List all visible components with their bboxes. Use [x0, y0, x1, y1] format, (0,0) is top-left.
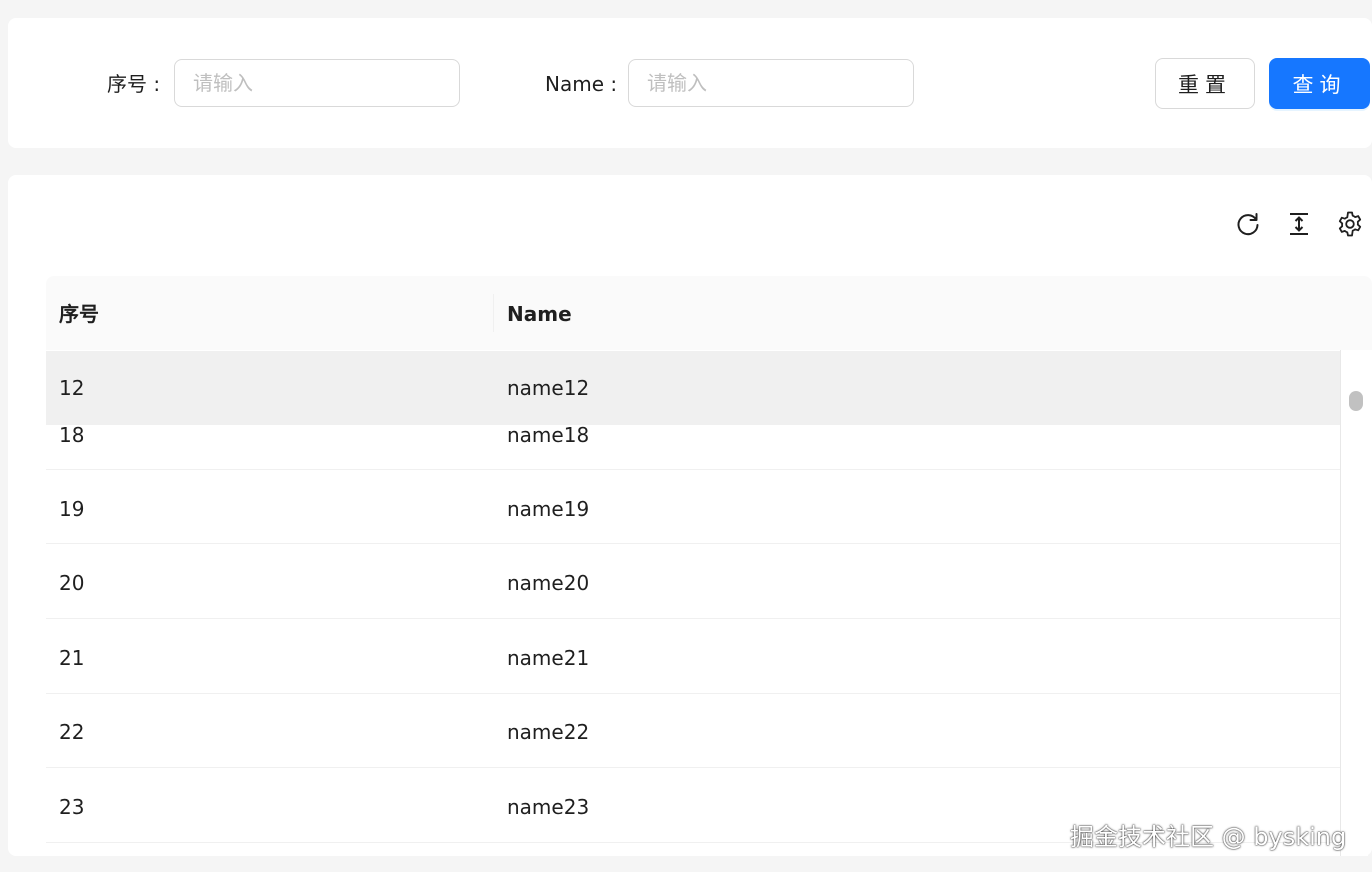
watermark: 掘金技术社区 @ bysking: [1070, 823, 1347, 851]
column-header-name[interactable]: Name: [507, 302, 572, 326]
cell-name: name20: [507, 571, 590, 595]
cell-id: 12: [59, 376, 85, 400]
table-body: 18 name18 19 name19 20 name20 21 name21 …: [46, 350, 1340, 856]
cell-id: 22: [59, 720, 85, 744]
cell-name: name12: [507, 376, 590, 400]
table-row[interactable]: 21 name21: [46, 620, 1340, 694]
table-header: 序号 Name: [46, 276, 1372, 350]
cell-id: 23: [59, 795, 85, 819]
sticky-table-row[interactable]: 12 name12: [46, 351, 1340, 425]
id-search-input[interactable]: [174, 59, 460, 107]
cell-name: name22: [507, 720, 590, 744]
cell-name: name23: [507, 795, 590, 819]
cell-id: 21: [59, 646, 85, 670]
name-field-label: Name :: [545, 72, 618, 96]
column-height-icon[interactable]: [1285, 210, 1313, 238]
cell-id: 19: [59, 497, 85, 521]
id-field-label: 序号 :: [107, 72, 161, 96]
reset-button[interactable]: 重置: [1155, 58, 1255, 109]
reload-icon[interactable]: [1234, 210, 1262, 238]
cell-id: 18: [59, 423, 85, 447]
table-row[interactable]: 22 name22: [46, 694, 1340, 768]
cell-id: 20: [59, 571, 85, 595]
cell-name: name21: [507, 646, 590, 670]
name-search-input[interactable]: [628, 59, 914, 107]
table-row[interactable]: 20 name20: [46, 545, 1340, 619]
column-divider: [493, 294, 494, 332]
cell-name: name19: [507, 497, 590, 521]
column-header-id[interactable]: 序号: [59, 302, 99, 326]
table-row[interactable]: 19 name19: [46, 470, 1340, 544]
setting-icon[interactable]: [1336, 210, 1364, 238]
vertical-scrollbar[interactable]: [1340, 350, 1368, 856]
query-button[interactable]: 查询: [1269, 58, 1370, 109]
scrollbar-thumb[interactable]: [1349, 391, 1363, 411]
cell-name: name18: [507, 423, 590, 447]
